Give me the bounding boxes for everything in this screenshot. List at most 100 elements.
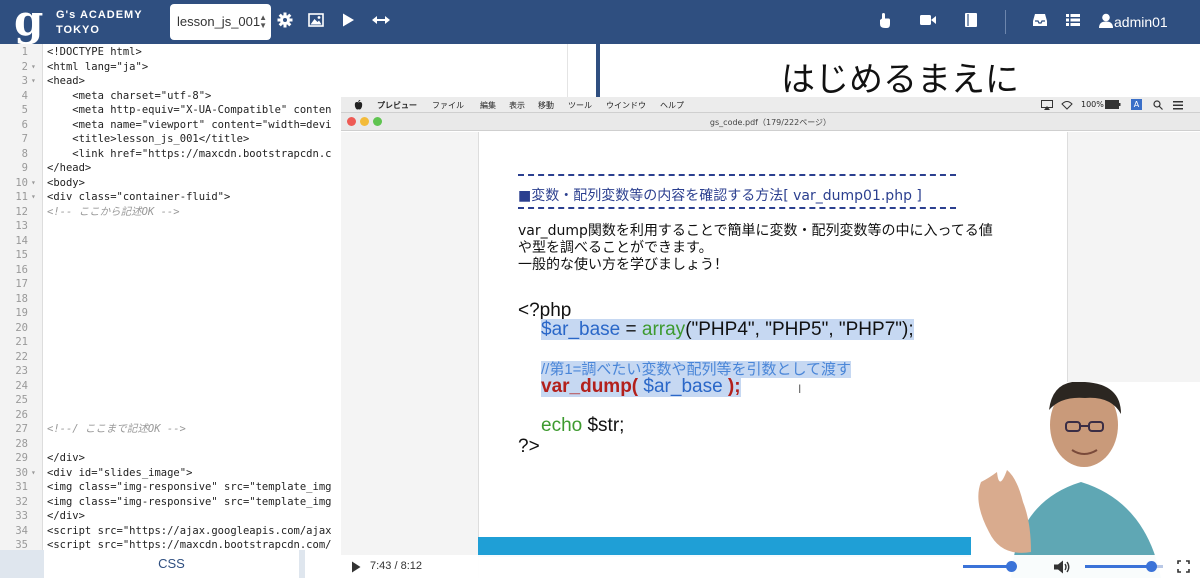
inbox-icon[interactable]	[1032, 12, 1048, 28]
code-text: </head>	[47, 162, 92, 174]
line-number: 29	[15, 452, 28, 464]
battery-percent: 100%	[1081, 100, 1104, 109]
menu-item-view: 表示	[509, 101, 525, 110]
line-number: 2	[21, 60, 28, 73]
code-echo-line: echo $str;	[541, 415, 624, 437]
spotlight-search-icon	[1153, 100, 1163, 110]
menu-item-help: ヘルプ	[660, 101, 684, 110]
video-camera-icon[interactable]	[919, 12, 937, 28]
line-number: 19	[15, 307, 28, 319]
pdf-section-heading: ■変数・配列変数等の内容を確認する方法[ var_dump01.php ]	[518, 188, 922, 204]
apple-icon	[354, 100, 363, 110]
battery-icon	[1105, 100, 1121, 109]
top-bar: g G's ACADEMY TOKYO lesson_js_001 ▲ ▼ ad…	[0, 0, 1200, 45]
volume-handle[interactable]	[1145, 561, 1157, 572]
line-number: 17	[15, 278, 28, 290]
line-number: 25	[15, 394, 28, 406]
tab-css[interactable]: CSS	[44, 550, 299, 578]
volume-level	[1085, 565, 1152, 568]
code-text: <head>	[47, 75, 85, 87]
code-echo-keyword: echo	[541, 415, 583, 436]
code-line[interactable]: 1 <!DOCTYPE html>	[0, 45, 596, 60]
line-number: 5	[21, 104, 28, 116]
line-number: 13	[15, 220, 28, 232]
code-var-dump-fn: var_dump(	[541, 376, 644, 397]
list-icon[interactable]	[1065, 12, 1081, 28]
line-number: 23	[15, 365, 28, 377]
line-number: 33	[15, 510, 28, 522]
line-number: 20	[15, 321, 28, 334]
hand-pointer-icon[interactable]	[876, 12, 892, 29]
line-number: 16	[15, 263, 28, 276]
line-number: 31	[15, 481, 28, 493]
line-number: 11	[15, 191, 28, 203]
line-number: 34	[15, 524, 28, 537]
toolbar-divider	[1005, 10, 1006, 34]
notification-center-icon	[1173, 101, 1183, 110]
book-icon[interactable]	[964, 12, 978, 28]
code-line[interactable]: 3 ▾ <head>	[0, 74, 596, 89]
code-assign: =	[620, 319, 642, 340]
menu-app-name: プレビュー	[377, 101, 417, 110]
expand-horizontal-icon[interactable]	[372, 12, 390, 28]
code-text: <div id="slides_image">	[47, 466, 193, 479]
line-number: 32	[15, 495, 28, 508]
image-icon[interactable]	[308, 12, 324, 28]
code-text: <script src="https://maxcdn.bootstrapcdn…	[47, 539, 332, 550]
code-text: <meta name="viewport" content="width=dev…	[47, 118, 332, 131]
text-cursor-icon: I	[798, 382, 802, 396]
code-text: <link href="https://maxcdn.bootstrapcdn.…	[47, 147, 332, 160]
airplay-icon	[1041, 100, 1053, 110]
line-number: 18	[15, 292, 28, 305]
logo-text-line1: G's ACADEMY	[56, 9, 143, 21]
menu-item-window: ウインドウ	[606, 101, 646, 110]
code-text: <title>lesson_js_001</title>	[47, 133, 250, 145]
user-name[interactable]: admin01	[1114, 14, 1168, 30]
heading-rule-bottom	[518, 207, 956, 209]
line-number: 15	[15, 249, 28, 261]
fullscreen-icon[interactable]	[1177, 560, 1190, 573]
tab-js[interactable]	[305, 550, 341, 578]
file-select[interactable]: lesson_js_001 ▲ ▼	[170, 4, 271, 40]
play-pause-icon[interactable]	[351, 561, 361, 573]
menu-item-edit: 編集	[480, 101, 496, 110]
line-number: 7	[21, 133, 28, 145]
code-line[interactable]: 2 ▾ <html lang="ja">	[0, 60, 596, 75]
fold-arrow-icon[interactable]: ▾	[31, 60, 36, 75]
code-var-dump-line: var_dump( $ar_base );	[541, 376, 741, 398]
play-icon[interactable]	[341, 12, 355, 28]
line-number: 1	[21, 46, 28, 58]
fold-arrow-icon[interactable]: ▾	[31, 74, 36, 89]
playback-time: 7:43 / 8:12	[370, 560, 422, 572]
code-text: <!--/ ここまで記述OK -->	[47, 423, 186, 435]
fold-arrow-icon[interactable]: ▾	[31, 176, 36, 191]
code-array-fn: array	[641, 319, 686, 340]
gear-icon[interactable]	[277, 12, 293, 28]
fold-arrow-icon[interactable]: ▾	[31, 466, 36, 481]
select-arrows-icon: ▲ ▼	[259, 13, 267, 30]
presenter-webcam	[971, 382, 1200, 578]
line-number: 24	[15, 379, 28, 392]
pdf-description-line3: 一般的な使い方を学びましょう！	[518, 257, 728, 273]
code-text: <html lang="ja">	[47, 60, 149, 73]
heading-rule-top	[518, 174, 956, 176]
code-array-args: ("PHP4", "PHP5", "PHP7");	[685, 319, 914, 340]
mac-menubar: プレビュー ファイル 編集 表示 移動 ツール ウインドウ ヘルプ 100% A	[341, 97, 1200, 113]
volume-icon[interactable]	[1053, 560, 1071, 574]
line-number: 35	[15, 539, 28, 550]
code-var-dump-arg: $ar_base	[643, 376, 723, 397]
seek-handle[interactable]	[1006, 561, 1018, 572]
user-icon	[1099, 13, 1113, 28]
code-text: </div>	[47, 510, 85, 522]
line-number: 14	[15, 234, 28, 247]
logo-text-line2: TOKYO	[56, 24, 100, 36]
pdf-document-title: gs_code.pdf（179/222ページ）	[709, 118, 832, 127]
code-text: <body>	[47, 176, 85, 189]
line-number: 4	[21, 89, 28, 102]
fold-arrow-icon[interactable]: ▾	[31, 190, 36, 205]
menu-item-file: ファイル	[432, 101, 464, 110]
code-var: $ar_base	[541, 319, 621, 340]
code-text: <div class="container-fluid">	[47, 191, 231, 203]
code-text: <!DOCTYPE html>	[47, 46, 142, 58]
video-player[interactable]: プレビュー ファイル 編集 表示 移動 ツール ウインドウ ヘルプ 100% A…	[341, 97, 1200, 578]
